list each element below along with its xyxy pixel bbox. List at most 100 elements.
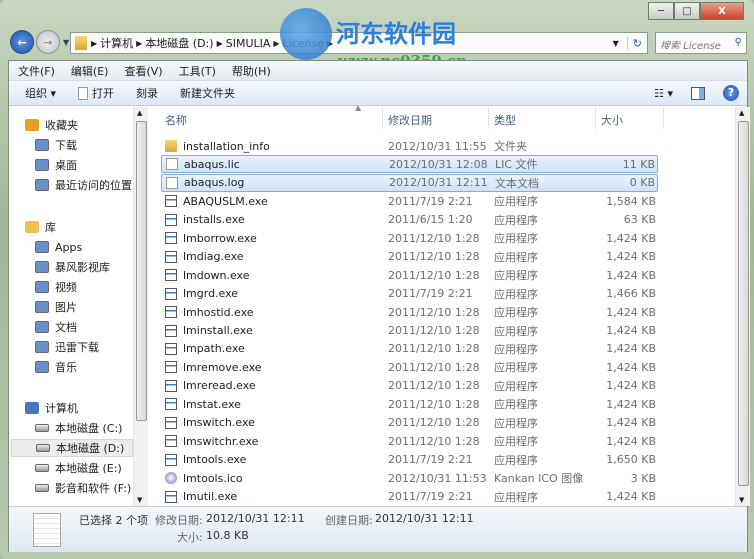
file-row[interactable]: abaqus.lic 2012/10/31 12:08 LIC 文件 11 KB [161,155,658,174]
sidebar-scrollbar[interactable]: ▲ ▼ [133,107,148,506]
breadcrumb-drive-d[interactable]: 本地磁盘 (D:) [145,35,213,51]
sidebar-item[interactable]: Apps [35,238,82,256]
scroll-down-icon[interactable]: ▼ [739,496,744,504]
open-button[interactable]: 打开 [78,85,114,101]
maximize-button[interactable]: □ [674,2,700,20]
file-icon [78,86,89,100]
item-icon [35,321,49,333]
refresh-icon[interactable]: ↻ [626,36,647,50]
file-row[interactable]: lmtools.ico 2012/10/31 11:53 Kankan ICO 图像… [161,469,658,487]
sidebar-item[interactable]: 本地磁盘 (E:) [35,459,122,477]
sidebar-item[interactable]: 影音和软件 (F:) [35,479,131,497]
sidebar-item[interactable]: 音乐 [35,358,77,376]
menu-edit[interactable]: 编辑(E) [71,63,109,79]
sidebar-item[interactable]: 图片 [35,298,77,316]
file-row[interactable]: lmdiag.exe 2011/12/10 1:28 应用程序 1,424 KB [161,248,658,266]
menu-file[interactable]: 文件(F) [18,63,55,79]
application-icon [165,453,177,466]
new-folder-button[interactable]: 新建文件夹 [180,85,235,101]
burn-button[interactable]: 刻录 [136,85,158,101]
sidebar-item[interactable]: 本地磁盘 (C:) [35,419,122,437]
sidebar-item[interactable]: 暴风影视库 [35,258,110,276]
breadcrumb-license[interactable]: License [283,37,324,50]
sidebar-item[interactable]: 本地磁盘 (D:) [11,439,133,457]
file-row[interactable]: lmborrow.exe 2011/12/10 1:28 应用程序 1,424 KB [161,229,658,247]
column-size[interactable]: 大小 [601,112,623,128]
column-divider[interactable] [595,107,596,129]
menu-tools[interactable]: 工具(T) [179,63,216,79]
file-size: 1,424 KB [606,231,656,245]
file-row[interactable]: lmremove.exe 2011/12/10 1:28 应用程序 1,424 KB [161,358,658,376]
sidebar-item[interactable]: 文档 [35,318,77,336]
file-type: 应用程序 [494,195,538,209]
sidebar-group-libraries[interactable]: 库 [25,218,56,236]
chevron-right-icon: ▶ [327,38,334,48]
file-row[interactable]: installs.exe 2011/6/15 1:20 应用程序 63 KB [161,211,658,229]
file-row[interactable]: lmreread.exe 2011/12/10 1:28 应用程序 1,424 KB [161,377,658,395]
column-type[interactable]: 类型 [494,112,516,128]
breadcrumb-computer[interactable]: 计算机 [100,35,133,51]
file-row[interactable]: lminstall.exe 2011/12/10 1:28 应用程序 1,424 KB [161,322,658,340]
file-row[interactable]: lmdown.exe 2011/12/10 1:28 应用程序 1,424 KB [161,266,658,284]
organize-button[interactable]: 组织 ▾ [25,85,56,101]
file-size: 1,424 KB [606,379,656,393]
help-icon[interactable]: ? [723,85,739,101]
scroll-thumb[interactable] [738,121,749,486]
item-icon [35,179,49,191]
item-icon [35,361,49,373]
minimize-button[interactable]: ─ [648,2,674,20]
search-icon: ⚲ [734,37,742,48]
file-row[interactable]: lmpath.exe 2011/12/10 1:28 应用程序 1,424 KB [161,340,658,358]
sidebar-item-label: 音乐 [55,361,77,374]
breadcrumb-simulia[interactable]: SIMULIA [226,37,271,50]
address-bar[interactable]: ▶ 计算机 ▶ 本地磁盘 (D:) ▶ SIMULIA ▶ License ▶ … [70,32,648,54]
file-type: 应用程序 [494,342,538,356]
forward-button[interactable]: → [36,30,60,54]
scroll-up-icon[interactable]: ▲ [739,109,744,117]
close-button[interactable]: X [700,2,744,20]
file-row[interactable]: lmtools.exe 2011/7/19 2:21 应用程序 1,650 KB [161,451,658,469]
file-row[interactable]: lmstat.exe 2011/12/10 1:28 应用程序 1,424 KB [161,395,658,413]
item-icon [35,341,49,353]
sidebar-item[interactable]: 迅雷下载 [35,338,99,356]
sidebar-item-label: 视频 [55,281,77,294]
view-options-icon[interactable]: ☷ ▾ [654,87,673,100]
sidebar-group-computer[interactable]: 计算机 [25,399,78,417]
file-row[interactable]: lmswitchr.exe 2011/12/10 1:28 应用程序 1,424 KB [161,432,658,450]
column-divider[interactable] [382,107,383,129]
scroll-up-icon[interactable]: ▲ [137,109,142,117]
search-input[interactable]: 搜索 License ⚲ [655,32,747,54]
file-row[interactable]: lmhostid.exe 2011/12/10 1:28 应用程序 1,424 KB [161,303,658,321]
file-name: lmdown.exe [183,268,250,282]
address-dropdown-icon[interactable]: ▼ [613,39,619,48]
file-row[interactable]: ABAQUSLM.exe 2011/7/19 2:21 应用程序 1,584 KB [161,192,658,210]
file-type: 应用程序 [494,213,538,227]
menu-view[interactable]: 查看(V) [124,63,162,79]
sidebar-item[interactable]: 最近访问的位置 [35,176,132,194]
column-name[interactable]: 名称 [165,112,187,128]
sidebar-item[interactable]: 视频 [35,278,77,296]
column-divider[interactable] [488,107,489,129]
file-row[interactable]: abaqus.log 2012/10/31 12:11 文本文档 0 KB [161,173,658,192]
scroll-down-icon[interactable]: ▼ [137,496,142,504]
back-button[interactable]: ← [10,30,34,54]
scroll-thumb[interactable] [136,121,147,421]
file-row[interactable]: lmswitch.exe 2011/12/10 1:28 应用程序 1,424 KB [161,414,658,432]
sidebar-item-label: 最近访问的位置 [55,179,132,192]
column-date[interactable]: 修改日期 [388,112,432,128]
file-row[interactable]: lmutil.exe 2011/7/19 2:21 应用程序 1,424 KB [161,488,658,506]
file-row[interactable]: installation_info 2012/10/31 11:55 文件夹 [161,137,658,155]
file-name: lmdiag.exe [183,250,244,264]
file-row[interactable]: lmgrd.exe 2011/7/19 2:21 应用程序 1,466 KB [161,285,658,303]
recent-pages-dropdown[interactable]: ▼ [63,38,69,47]
file-list-scrollbar[interactable]: ▲ ▼ [735,107,750,506]
file-type: 应用程序 [494,287,538,301]
column-divider[interactable] [663,107,664,129]
sidebar-item[interactable]: 桌面 [35,156,77,174]
file-name: lmborrow.exe [183,231,257,245]
sidebar-item[interactable]: 下载 [35,136,77,154]
preview-pane-icon[interactable] [691,86,705,100]
menu-help[interactable]: 帮助(H) [232,63,271,79]
sidebar-item-label: 影音和软件 (F:) [55,482,132,495]
sidebar-group-favorites[interactable]: 收藏夹 [25,116,78,134]
